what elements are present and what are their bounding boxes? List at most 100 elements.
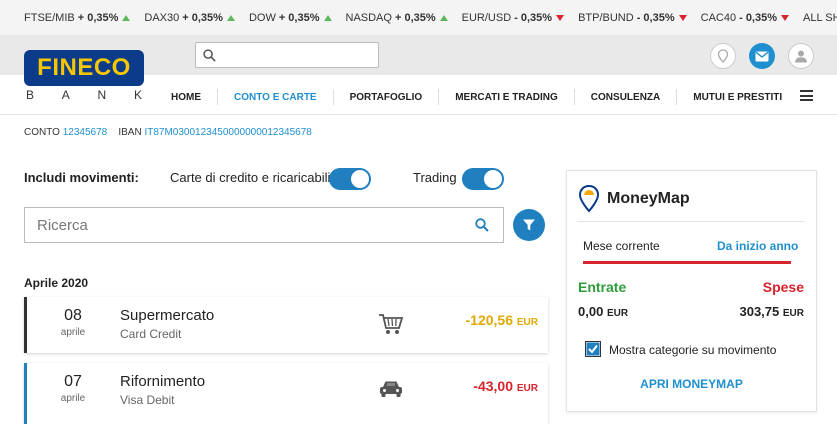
- open-moneymap-button[interactable]: APRI MONEYMAP: [567, 377, 816, 391]
- trading-toggle[interactable]: [462, 168, 504, 190]
- iban-value[interactable]: IT87M0300123450000000012345678: [144, 127, 311, 138]
- transaction-amount: -43,00 EUR: [473, 378, 538, 394]
- show-categories-label: Mostra categorie su movimento: [609, 343, 777, 357]
- main-nav: HOME CONTO E CARTE PORTAFOGLIO MERCATI E TR…: [155, 78, 798, 116]
- car-icon: [380, 381, 402, 397]
- income-value: 0,00 EUR: [578, 304, 628, 319]
- expense-currency: EUR: [782, 308, 804, 319]
- ticker-name: CAC40: [700, 11, 737, 24]
- global-search-input[interactable]: [195, 42, 379, 68]
- credit-cards-toggle[interactable]: [329, 168, 371, 190]
- trading-label: Trading: [413, 170, 457, 185]
- transaction-title: Supermercato: [120, 307, 215, 324]
- ticker-value: + 0,35%: [278, 11, 320, 24]
- amount-value: -43,00: [473, 378, 513, 394]
- ticker-value: - 0,35%: [514, 11, 553, 24]
- show-categories-checkbox[interactable]: [585, 341, 601, 357]
- bank-letter: A: [61, 88, 70, 102]
- bank-letter: N: [97, 88, 107, 102]
- ticker-value: - 0,35%: [636, 11, 675, 24]
- transaction-row[interactable]: 07 aprile Rifornimento Visa Debit -43,00…: [24, 363, 548, 424]
- account-info: CONTO 12345678 IBAN IT87M030012345000000…: [24, 127, 312, 138]
- active-tab-indicator: [583, 261, 791, 264]
- ticker-item[interactable]: DOW + 0,35%: [249, 12, 332, 24]
- expense-label: Spese: [762, 279, 804, 295]
- ticker-item[interactable]: BTP/BUND - 0,35%: [578, 12, 687, 24]
- ticker-item[interactable]: CAC40- 0,35%: [700, 11, 790, 24]
- transaction-amount: -120,56 EUR: [466, 312, 539, 328]
- arrow-down-icon: [678, 14, 687, 21]
- ticker-value: + 0,35%: [77, 11, 119, 24]
- conto-number[interactable]: 12345678: [63, 127, 108, 138]
- ticker-value: + 0,35%: [394, 11, 436, 24]
- funnel-icon: [523, 219, 535, 231]
- user-icon: [795, 50, 807, 63]
- nav-divider: [0, 114, 837, 115]
- filter-button[interactable]: [513, 209, 545, 241]
- transaction-day: 07: [64, 373, 82, 390]
- menu-icon[interactable]: [800, 90, 813, 101]
- ticker-name: NASDAQ: [345, 11, 392, 24]
- messages-button[interactable]: [749, 43, 775, 69]
- ticker-item[interactable]: NASDAQ + 0,35%: [346, 12, 448, 24]
- bank-letter: K: [133, 88, 142, 102]
- moneymap-divider: [577, 221, 805, 222]
- nav-item[interactable]: MERCATI E TRADING: [439, 89, 575, 105]
- ticker-item[interactable]: FTSE/MIB + 0,35%: [24, 11, 131, 24]
- arrow-up-icon: [226, 14, 235, 21]
- nav-item[interactable]: CONTO E CARTE: [218, 89, 334, 105]
- income-label: Entrate: [578, 279, 627, 295]
- cart-icon: [379, 314, 404, 334]
- nav-item[interactable]: MUTUI E PRESTITI: [677, 89, 798, 105]
- row-accent: [24, 297, 27, 353]
- location-pin-button[interactable]: [710, 43, 736, 69]
- conto-label: CONTO: [24, 127, 60, 138]
- movement-filters: Includi movimenti: Carte di credito e ri…: [24, 168, 544, 190]
- nav-item[interactable]: CONSULENZA: [575, 89, 678, 105]
- ticker-value: - 0,35%: [739, 11, 778, 24]
- transaction-title: Rifornimento: [120, 373, 206, 390]
- market-ticker: FTSE/MIB + 0,35% DAX30 + 0,35% DOW + 0,35% NAS…: [0, 0, 837, 35]
- transaction-day: 08: [64, 307, 82, 324]
- ticker-name: DAX30: [144, 11, 180, 24]
- movements-search-input[interactable]: [25, 208, 445, 242]
- row-accent: [24, 363, 27, 424]
- arrow-down-icon: [781, 14, 790, 21]
- income-currency: EUR: [606, 308, 629, 319]
- ticker-item[interactable]: EUR/USD - 0,35%: [461, 11, 565, 24]
- ticker-name: BTP/BUND: [578, 11, 634, 24]
- bank-wordmark: B A N K: [26, 88, 142, 102]
- profile-button[interactable]: [788, 43, 814, 69]
- arrow-up-icon: [122, 14, 131, 21]
- arrow-down-icon: [556, 14, 565, 21]
- arrow-up-icon: [439, 14, 448, 21]
- amount-value: -120,56: [465, 312, 513, 328]
- nav-item[interactable]: HOME: [155, 89, 218, 105]
- fineco-logo[interactable]: FINECO: [24, 50, 144, 86]
- transaction-month: aprile: [60, 393, 86, 404]
- iban-label: IBAN: [118, 127, 142, 138]
- nav-item[interactable]: PORTAFOGLIO: [334, 89, 440, 105]
- expense-amount: 303,75: [739, 304, 780, 319]
- bank-letter: B: [26, 88, 35, 102]
- credit-cards-label: Carte di credito e ricaricabili: [170, 170, 331, 185]
- transaction-card: Card Credit: [120, 327, 182, 341]
- tab-year-to-date[interactable]: Da inizio anno: [717, 239, 798, 253]
- transaction-month: aprile: [60, 327, 86, 338]
- ticker-name: FTSE/MIB: [24, 11, 75, 24]
- income-amount: 0,00: [578, 304, 604, 319]
- moneymap-widget: MoneyMap Mese corrente Da inizio anno En…: [566, 170, 817, 412]
- search-icon[interactable]: [475, 218, 489, 232]
- ticker-value: + 0,35%: [182, 11, 223, 24]
- ticker-item[interactable]: ALL SHARE- 0,35%: [803, 12, 837, 24]
- amount-currency: EUR: [516, 317, 538, 328]
- expense-value: 303,75 EUR: [739, 304, 804, 319]
- transaction-row[interactable]: 08 aprile Supermercato Card Credit -120,…: [24, 297, 548, 353]
- search-icon: [203, 49, 216, 62]
- mail-icon: [755, 51, 769, 61]
- transaction-card: Visa Debit: [120, 393, 175, 407]
- ticker-item[interactable]: DAX30 + 0,35%: [144, 12, 235, 24]
- ticker-name: EUR/USD: [461, 11, 512, 24]
- ticker-name: ALL SHARE: [803, 11, 837, 24]
- tab-current-month[interactable]: Mese corrente: [583, 239, 660, 253]
